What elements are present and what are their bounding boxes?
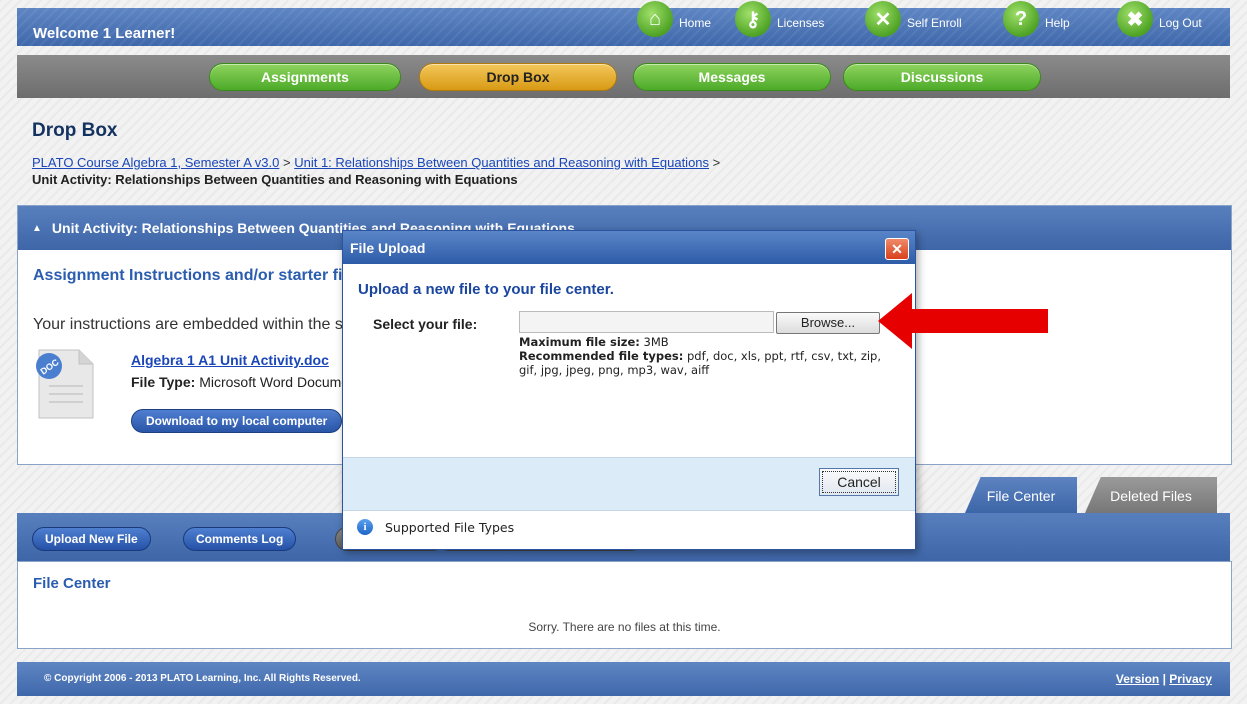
help-label: Help [1045, 16, 1070, 30]
tab-drop-box[interactable]: Drop Box [419, 63, 617, 91]
red-arrow-icon [878, 293, 1048, 349]
self-enroll-label: Self Enroll [907, 16, 962, 30]
breadcrumb-course-link[interactable]: PLATO Course Algebra 1, Semester A v3.0 [32, 155, 279, 170]
logout-link[interactable]: ✖ Log Out [1117, 1, 1202, 38]
page-title: Drop Box [32, 120, 118, 141]
breadcrumb: PLATO Course Algebra 1, Semester A v3.0 … [32, 154, 720, 188]
browse-button[interactable]: Browse... [776, 312, 880, 334]
max-size-label: Maximum file size: [519, 335, 640, 349]
home-label: Home [679, 16, 712, 30]
breadcrumb-separator: > [283, 155, 291, 170]
logout-label: Log Out [1159, 16, 1202, 30]
dialog-titlebar: File Upload ✕ [343, 231, 915, 264]
footer-links: Version | Privacy [1116, 672, 1212, 686]
file-path-input[interactable] [519, 311, 774, 333]
breadcrumb-separator: > [712, 155, 721, 170]
tab-deleted-files[interactable]: Deleted Files [1085, 477, 1217, 513]
privacy-link[interactable]: Privacy [1169, 672, 1212, 686]
tools-icon: ✕ [865, 1, 901, 37]
upload-heading: Upload a new file to your file center. [358, 281, 614, 298]
breadcrumb-current: Unit Activity: Relationships Between Qua… [32, 172, 518, 187]
collapse-triangle-icon[interactable]: ▲ [32, 223, 42, 234]
cancel-button[interactable]: Cancel [819, 468, 899, 496]
footer-separator: | [1162, 672, 1166, 686]
doc-file-icon: DOC [36, 349, 94, 419]
max-size-value: 3MB [643, 335, 669, 349]
file-upload-dialog: File Upload ✕ Upload a new file to your … [342, 230, 916, 550]
select-file-label: Select your file: [373, 316, 478, 332]
top-bar: Welcome 1 Learner! ⌂ Home ⚷ Licenses ✕ S… [17, 1, 1230, 46]
copyright-text: © Copyright 2006 - 2013 PLATO Learning, … [44, 673, 361, 684]
file-center-title: File Center [33, 575, 111, 592]
licenses-label: Licenses [777, 16, 825, 30]
tab-assignments[interactable]: Assignments [209, 63, 401, 91]
help-icon: ? [1003, 1, 1039, 37]
starter-file-link[interactable]: Algebra 1 A1 Unit Activity.doc [131, 352, 329, 368]
home-link[interactable]: ⌂ Home [637, 1, 712, 38]
key-icon: ⚷ [735, 1, 771, 37]
welcome-message: Welcome 1 Learner! [33, 25, 176, 42]
file-type-label: File Type: [131, 374, 196, 390]
assignment-instructions-heading: Assignment Instructions and/or starter f… [33, 267, 356, 284]
help-link[interactable]: ? Help [1003, 1, 1070, 38]
breadcrumb-unit-link[interactable]: Unit 1: Relationships Between Quantities… [294, 155, 709, 170]
close-icon: ✖ [1117, 1, 1153, 37]
info-icon: i [357, 519, 373, 535]
close-icon[interactable]: ✕ [885, 238, 909, 260]
dialog-button-bar: Cancel [343, 457, 915, 511]
version-link[interactable]: Version [1116, 672, 1159, 686]
licenses-link[interactable]: ⚷ Licenses [735, 1, 825, 38]
main-nav: Assignments Drop Box Messages Discussion… [17, 55, 1230, 98]
recommended-types-label: Recommended file types: [519, 349, 684, 363]
supported-file-types-label[interactable]: Supported File Types [385, 520, 514, 535]
comments-log-button[interactable]: Comments Log [183, 527, 297, 551]
dialog-title: File Upload [350, 239, 426, 256]
self-enroll-link[interactable]: ✕ Self Enroll [865, 1, 962, 38]
file-requirements: Maximum file size: 3MB Recommended file … [519, 335, 889, 377]
file-type: File Type: Microsoft Word Document [131, 374, 361, 390]
file-type-value: Microsoft Word Document [199, 374, 361, 390]
download-button[interactable]: Download to my local computer [131, 409, 343, 433]
file-center-panel: File Center Sorry. There are no files at… [17, 561, 1232, 649]
footer: © Copyright 2006 - 2013 PLATO Learning, … [17, 662, 1230, 696]
upload-new-file-button[interactable]: Upload New File [32, 527, 151, 551]
supported-file-types[interactable]: i Supported File Types [357, 519, 514, 535]
tab-file-center[interactable]: File Center [965, 477, 1077, 513]
tab-messages[interactable]: Messages [633, 63, 831, 91]
tab-discussions[interactable]: Discussions [843, 63, 1041, 91]
home-icon: ⌂ [637, 1, 673, 37]
empty-files-message: Sorry. There are no files at this time. [528, 620, 721, 634]
